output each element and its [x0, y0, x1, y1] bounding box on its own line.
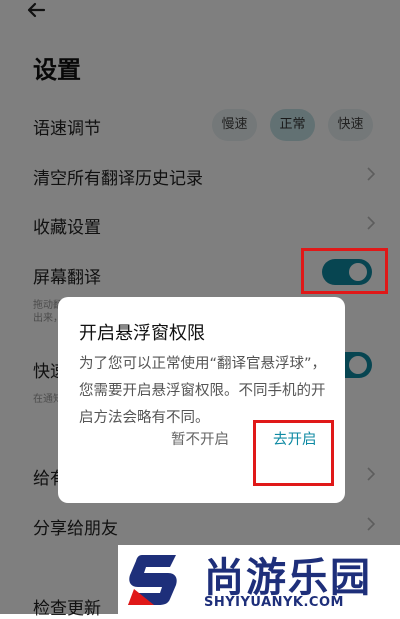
button-highlight-box — [253, 420, 334, 486]
brand-logo-icon — [128, 555, 177, 605]
toggle-highlight-box — [301, 248, 388, 294]
watermark-domain: SHYIYUANYK.COM — [204, 595, 344, 610]
watermark: 尚游乐园 SHYIYUANYK.COM — [118, 545, 400, 614]
dialog-title: 开启悬浮窗权限 — [79, 323, 205, 344]
not-now-button[interactable]: 暂不开启 — [171, 428, 229, 449]
